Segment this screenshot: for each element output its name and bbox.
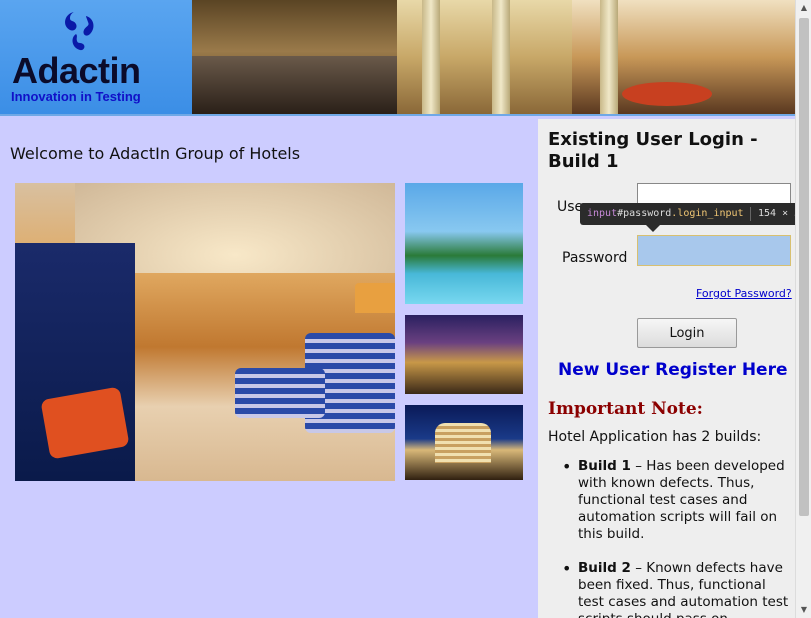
tooltip-tag: input: [587, 208, 618, 219]
hotel-banner-image: [192, 0, 795, 114]
login-panel: Existing User Login - Build 1 Username P…: [538, 119, 795, 618]
logo-mark-icon: [65, 12, 94, 51]
login-title: Existing User Login - Build 1: [548, 129, 758, 172]
welcome-heading: Welcome to AdactIn Group of Hotels: [10, 144, 301, 163]
scrollbar-thumb[interactable]: [799, 18, 809, 516]
login-button[interactable]: Login: [637, 318, 737, 348]
logo-tagline: Innovation in Testing: [11, 89, 141, 104]
hotel-room-photo: [15, 183, 395, 481]
inspector-tooltip: input#password.login_input 154 × 31: [580, 203, 808, 232]
tooltip-class: .login_input: [671, 208, 744, 219]
tooltip-divider: [750, 207, 751, 221]
forgot-password-link[interactable]: Forgot Password?: [696, 287, 792, 300]
build-name: Build 1: [578, 458, 631, 474]
tent-resort-photo: [405, 315, 523, 394]
site-header: Adactin Innovation in Testing: [0, 0, 795, 116]
list-item: Build 2 – Known defects have been fixed.…: [560, 560, 795, 618]
pool-photo: [405, 183, 523, 304]
tooltip-arrow: [646, 225, 660, 232]
logo-name: Adactin: [12, 50, 141, 91]
adactin-logo[interactable]: Adactin Innovation in Testing: [0, 0, 192, 114]
page-scrollbar[interactable]: ▲ ▼: [795, 0, 811, 618]
tooltip-selector: input#password.login_input: [587, 208, 744, 219]
password-input[interactable]: [637, 235, 791, 266]
register-link[interactable]: New User Register Here: [558, 360, 788, 380]
tooltip-id: #password: [617, 208, 672, 219]
important-note-title: Important Note:: [548, 399, 703, 419]
builds-list: Build 1 – Has been developed with known …: [560, 458, 795, 618]
note-intro: Hotel Application has 2 builds:: [548, 429, 762, 445]
password-label: Password: [562, 250, 628, 266]
build-name: Build 2: [578, 560, 631, 576]
scroll-up-arrow-icon[interactable]: ▲: [796, 0, 811, 16]
list-item: Build 1 – Has been developed with known …: [560, 458, 795, 543]
hotel-night-photo: [405, 405, 523, 480]
scroll-down-arrow-icon[interactable]: ▼: [796, 602, 811, 618]
